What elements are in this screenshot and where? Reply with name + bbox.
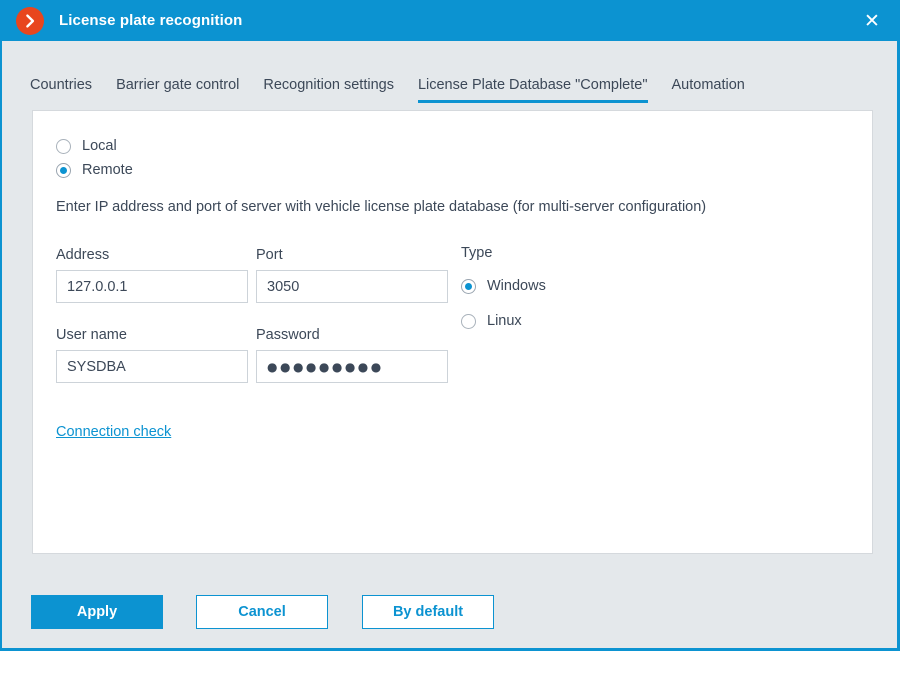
- radio-remote-label: Remote: [82, 162, 133, 178]
- password-input[interactable]: ●●●●●●●●●: [256, 350, 448, 383]
- port-input[interactable]: 3050: [256, 270, 448, 303]
- radio-local-label: Local: [82, 138, 117, 154]
- tab-license-plate-database[interactable]: License Plate Database "Complete": [417, 77, 648, 103]
- tab-countries[interactable]: Countries: [30, 77, 92, 103]
- field-port: Port 3050: [256, 247, 448, 303]
- tab-recognition-settings[interactable]: Recognition settings: [263, 77, 394, 103]
- tab-bar: Countries Barrier gate control Recogniti…: [2, 41, 897, 103]
- app-logo-icon: [16, 6, 44, 35]
- radio-linux-label: Linux: [487, 313, 522, 329]
- radio-option-windows[interactable]: Windows: [461, 275, 546, 297]
- tab-barrier-gate-control[interactable]: Barrier gate control: [116, 77, 239, 103]
- apply-button[interactable]: Apply: [31, 595, 163, 629]
- radio-windows-label: Windows: [487, 278, 546, 294]
- field-address: Address 127.0.0.1: [56, 247, 248, 303]
- radio-remote-indicator: [56, 162, 71, 178]
- server-type-radio-group: Type Windows Linux: [461, 245, 546, 332]
- tab-automation[interactable]: Automation: [672, 77, 745, 103]
- database-mode-radio-group: Local Remote: [56, 135, 133, 181]
- settings-panel: Local Remote Enter IP address and port o…: [32, 110, 873, 554]
- port-label: Port: [256, 247, 283, 263]
- username-input[interactable]: SYSDBA: [56, 350, 248, 383]
- password-masked-value: ●●●●●●●●●: [267, 359, 384, 374]
- radio-option-linux[interactable]: Linux: [461, 310, 546, 332]
- address-label: Address: [56, 247, 110, 263]
- title-bar: License plate recognition ✕: [2, 0, 897, 41]
- radio-option-remote[interactable]: Remote: [56, 159, 133, 181]
- panel-description: Enter IP address and port of server with…: [56, 199, 707, 215]
- radio-windows-indicator: [461, 278, 476, 294]
- address-input[interactable]: 127.0.0.1: [56, 270, 248, 303]
- radio-local-indicator: [56, 138, 71, 154]
- window-title: License plate recognition: [59, 12, 243, 29]
- field-password: Password ●●●●●●●●●: [256, 327, 448, 383]
- radio-option-local[interactable]: Local: [56, 135, 133, 157]
- type-label: Type: [461, 245, 493, 261]
- radio-linux-indicator: [461, 313, 476, 329]
- connection-check-link[interactable]: Connection check: [56, 424, 171, 440]
- password-label: Password: [256, 327, 320, 343]
- cancel-button[interactable]: Cancel: [196, 595, 328, 629]
- by-default-button[interactable]: By default: [362, 595, 494, 629]
- close-icon[interactable]: ✕: [859, 9, 885, 33]
- license-plate-recognition-dialog: License plate recognition ✕ Countries Ba…: [0, 0, 900, 651]
- username-label: User name: [56, 327, 127, 343]
- field-username: User name SYSDBA: [56, 327, 248, 383]
- dialog-footer: Apply Cancel By default: [31, 595, 494, 629]
